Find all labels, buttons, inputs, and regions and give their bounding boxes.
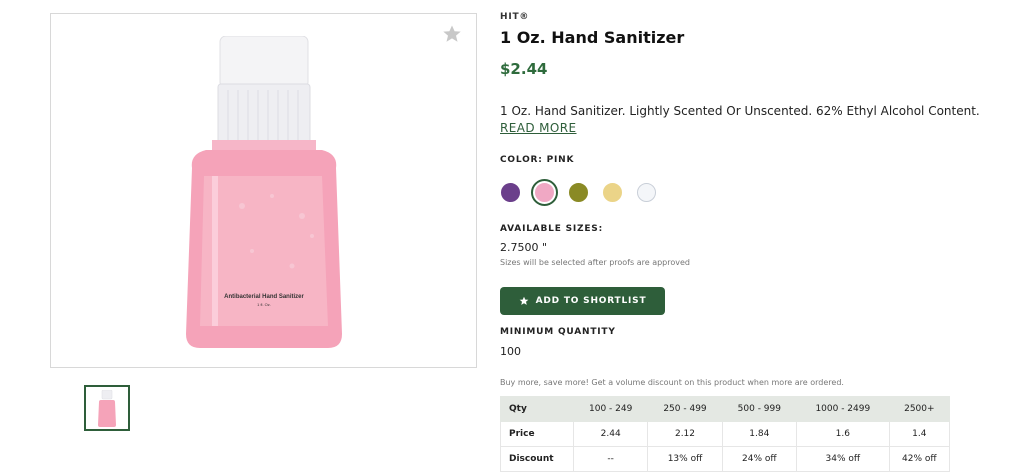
bottle-label: Antibacterial Hand Sanitizer (224, 294, 304, 300)
swatch-pink[interactable] (531, 179, 558, 206)
table-cell: -- (572, 446, 649, 472)
table-header: 250 - 499 (647, 396, 723, 422)
table-cell: Discount (500, 446, 574, 472)
table-header: 1000 - 2499 (795, 396, 890, 422)
minimum-quantity-label: MINIMUM QUANTITY (500, 327, 616, 337)
table-cell: 24% off (721, 446, 797, 472)
add-to-shortlist-button[interactable]: ADD TO SHORTLIST (500, 287, 665, 315)
table-row: Discount -- 13% off 24% off 34% off 42% … (500, 446, 951, 472)
pricing-table: Qty 100 - 249 250 - 499 500 - 999 1000 -… (500, 396, 951, 472)
table-cell: 42% off (888, 446, 951, 472)
size-value: 2.7500 " (500, 241, 548, 254)
volume-discount-note: Buy more, save more! Get a volume discou… (500, 378, 844, 387)
thumbnail-bottle-image (98, 390, 116, 427)
sizes-label: AVAILABLE SIZES: (500, 224, 603, 234)
swatch-purple[interactable] (501, 183, 520, 202)
table-cell: Price (500, 421, 574, 447)
product-title: 1 Oz. Hand Sanitizer (500, 28, 685, 47)
star-icon (519, 296, 528, 305)
product-main-image[interactable]: Antibacterial Hand Sanitizer 1 fl. Oz. (50, 13, 477, 368)
product-thumbnail[interactable] (84, 385, 130, 431)
product-price: $2.44 (500, 60, 548, 78)
table-cell: 1.4 (888, 421, 951, 447)
minimum-quantity-value: 100 (500, 345, 521, 358)
table-cell: 1.84 (721, 421, 797, 447)
swatch-yellow[interactable] (603, 183, 622, 202)
bottle-sublabel: 1 fl. Oz. (257, 302, 271, 307)
star-favorite-icon[interactable] (442, 24, 462, 44)
table-cell: 1.6 (795, 421, 890, 447)
swatch-clear[interactable] (637, 183, 656, 202)
table-header: 100 - 249 (572, 396, 649, 422)
table-cell: 2.12 (647, 421, 723, 447)
table-cell: 2.44 (572, 421, 649, 447)
color-swatches (501, 179, 671, 206)
brand-name: HIT® (500, 12, 530, 22)
table-cell: 34% off (795, 446, 890, 472)
shortlist-button-label: ADD TO SHORTLIST (535, 296, 647, 306)
product-description: 1 Oz. Hand Sanitizer. Lightly Scented Or… (500, 104, 980, 118)
bottle-image: Antibacterial Hand Sanitizer 1 fl. Oz. (186, 36, 342, 348)
table-cell: 13% off (647, 446, 723, 472)
read-more-link[interactable]: READ MORE (500, 121, 577, 135)
table-row: Price 2.44 2.12 1.84 1.6 1.4 (500, 421, 951, 447)
pricing-header-row: Qty 100 - 249 250 - 499 500 - 999 1000 -… (500, 396, 951, 422)
color-label: COLOR: PINK (500, 155, 575, 165)
swatch-olive[interactable] (569, 183, 588, 202)
table-header: Qty (500, 396, 574, 422)
table-header: 500 - 999 (721, 396, 797, 422)
table-header: 2500+ (888, 396, 951, 422)
size-note: Sizes will be selected after proofs are … (500, 258, 690, 267)
